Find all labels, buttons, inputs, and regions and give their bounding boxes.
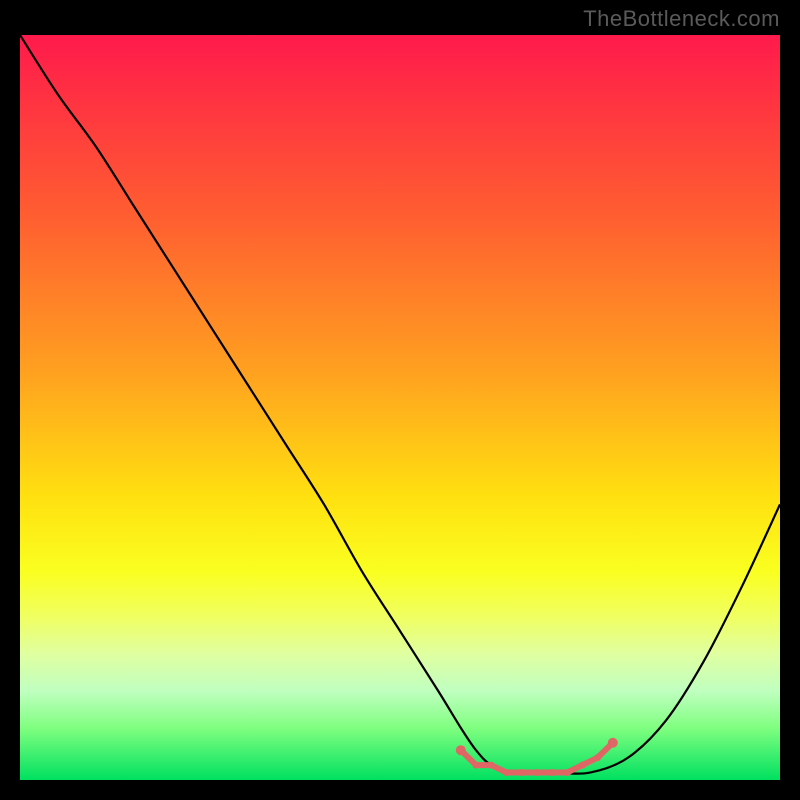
optimal-marker <box>594 754 601 761</box>
optimal-marker <box>533 769 540 776</box>
optimal-marker <box>518 769 525 776</box>
optimal-marker <box>564 769 571 776</box>
bottleneck-curve <box>20 35 780 774</box>
optimal-marker <box>579 762 586 769</box>
optimal-range-markers <box>456 738 618 776</box>
optimal-marker <box>503 769 510 776</box>
optimal-marker <box>456 745 466 755</box>
curve-layer <box>20 35 780 780</box>
optimal-marker <box>549 769 556 776</box>
optimal-marker <box>473 762 480 769</box>
chart-container: TheBottleneck.com <box>0 0 800 800</box>
optimal-marker <box>488 762 495 769</box>
optimal-marker <box>608 738 618 748</box>
plot-area <box>20 35 780 780</box>
watermark-text: TheBottleneck.com <box>583 6 780 32</box>
